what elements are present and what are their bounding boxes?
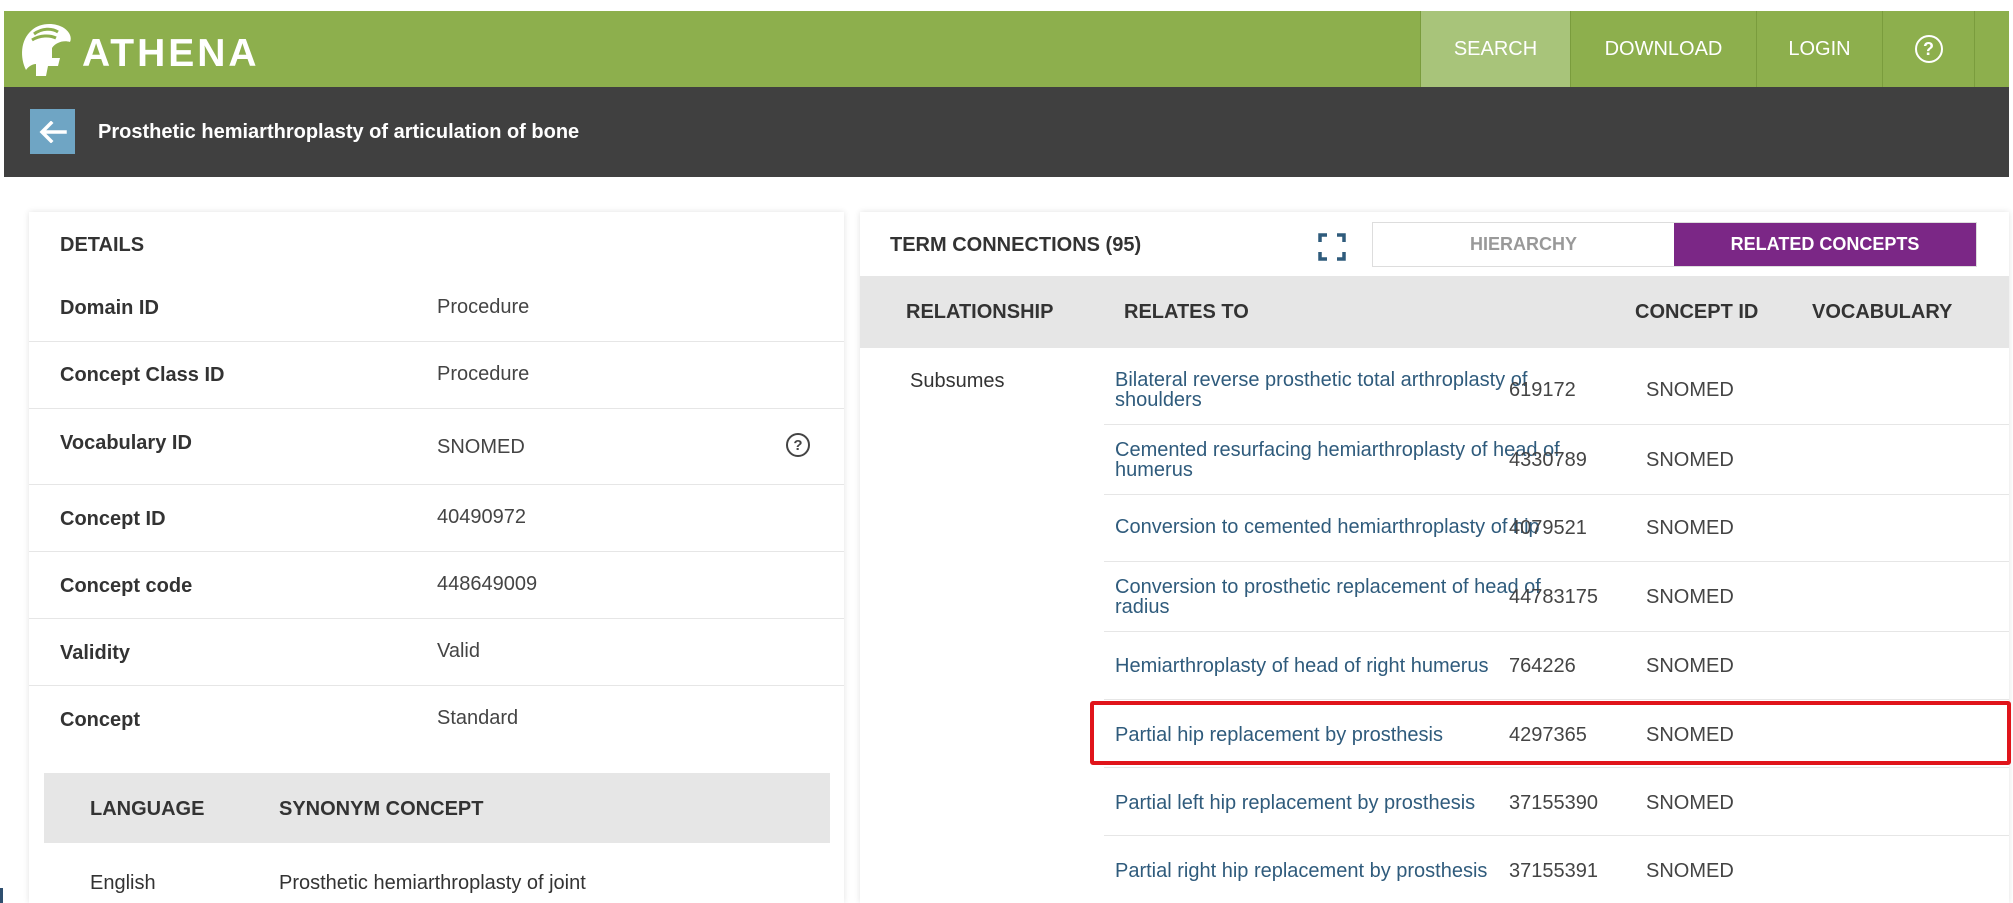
vocabulary: SNOMED [1646,860,1734,882]
athena-logo[interactable]: ATHENA [18,16,260,82]
term-connections-table-header: RELATIONSHIP RELATES TO CONCEPT ID VOCAB… [860,276,2009,348]
synonyms-table-header: LANGUAGE SYNONYM CONCEPT [44,773,830,843]
vocabulary: SNOMED [1646,792,1734,814]
arrow-left-icon [39,120,67,143]
column-header-synonym-concept: SYNONYM CONCEPT [279,798,484,820]
column-header-vocabulary[interactable]: VOCABULARY [1812,301,1952,324]
concept-id: 37155391 [1509,860,1598,882]
tab-related-concepts[interactable]: RELATED CONCEPTS [1674,223,1976,266]
table-row: Partial left hip replacement by prosthes… [1104,768,2009,836]
table-row: Hemiarthroplasty of head of right humeru… [1104,632,2009,700]
detail-row-concept-id: Concept ID 40490972 [29,485,844,552]
term-connections-panel: TERM CONNECTIONS (95) HIERARCHY RELATED … [860,212,2009,903]
expand-icon[interactable] [1318,233,1346,261]
view-tabs: HIERARCHY RELATED CONCEPTS [1372,222,1977,267]
detail-row-concept-class-id: Concept Class ID Procedure [29,342,844,409]
help-icon: ? [1914,35,1943,63]
table-row: Conversion to prosthetic replacement of … [1104,562,2009,632]
vocabulary: SNOMED [1646,655,1734,677]
detail-value: Standard [437,707,519,729]
detail-label: Concept Class ID [60,364,225,386]
helmet-icon [22,24,71,76]
column-header-relates-to[interactable]: RELATES TO [1124,301,1249,324]
table-row: Partial right hip replacement by prosthe… [1104,836,2009,903]
detail-value: 40490972 [437,506,526,528]
concept-id: 37155390 [1509,792,1598,814]
detail-label: Concept [60,709,140,731]
detail-row-domain-id: Domain ID Procedure [29,275,844,342]
vocabulary: SNOMED [1646,379,1734,401]
vocabulary: SNOMED [1646,517,1734,539]
concept-id: 4330789 [1509,449,1587,471]
tab-hierarchy[interactable]: HIERARCHY [1373,223,1674,266]
detail-value: SNOMED [437,436,525,458]
nav-download[interactable]: DOWNLOAD [1570,11,1756,87]
detail-value: 448649009 [437,573,538,595]
top-navigation-bar: ATHENA SEARCH DOWNLOAD LOGIN ? [4,11,2009,87]
detail-label: Vocabulary ID [60,432,192,454]
vocabulary: SNOMED [1646,449,1734,471]
relationship-value: Subsumes [910,370,1005,392]
detail-label: Domain ID [60,297,159,319]
concept-title-bar: Prosthetic hemiarthroplasty of articulat… [4,87,2009,177]
detail-label: Concept code [60,575,193,597]
nav-login[interactable]: LOGIN [1756,11,1882,87]
detail-row-concept: Concept Standard [29,686,844,753]
table-row: Bilateral reverse prosthetic total arthr… [1104,355,2009,425]
table-row: Conversion to cemented hemiarthroplasty … [1104,495,2009,562]
term-connections-title: TERM CONNECTIONS (95) [890,234,1142,256]
detail-row-validity: Validity Valid [29,619,844,686]
column-header-concept-id[interactable]: CONCEPT ID [1635,301,1758,324]
detail-label: Concept ID [60,508,166,530]
detail-row-vocabulary-id: Vocabulary ID SNOMED ? [29,409,844,485]
detail-value: Procedure [437,363,530,385]
details-panel: DETAILS Domain ID Procedure Concept Clas… [29,212,844,903]
concept-id: 619172 [1509,379,1576,401]
vocabulary-help-icon[interactable]: ? [786,433,810,457]
detail-value: Procedure [437,296,530,318]
detail-label: Validity [60,642,131,664]
vocabulary: SNOMED [1646,586,1734,608]
synonym-concept: Prosthetic hemiarthroplasty of joint [279,872,586,894]
nav-help[interactable]: ? [1882,11,1975,87]
column-header-relationship[interactable]: RELATIONSHIP [906,301,1053,324]
table-row: Cemented resurfacing hemiarthroplasty of… [1104,425,2009,495]
concept-id: 4079521 [1509,517,1587,539]
main-nav: SEARCH DOWNLOAD LOGIN ? [1420,11,1975,87]
edge-mark [0,888,3,903]
back-button[interactable] [30,109,75,154]
concept-id: 764226 [1509,655,1576,677]
details-title: DETAILS [60,234,145,256]
concept-id: 44783175 [1509,586,1598,608]
row-highlight-box [1090,701,2011,765]
detail-value: Valid [437,640,480,662]
detail-row-concept-code: Concept code 448649009 [29,552,844,619]
app-name: ATHENA [82,32,260,75]
column-header-language: LANGUAGE [90,798,205,820]
page-title: Prosthetic hemiarthroplasty of articulat… [98,121,580,143]
nav-search[interactable]: SEARCH [1420,11,1570,87]
synonym-language: English [90,872,156,894]
